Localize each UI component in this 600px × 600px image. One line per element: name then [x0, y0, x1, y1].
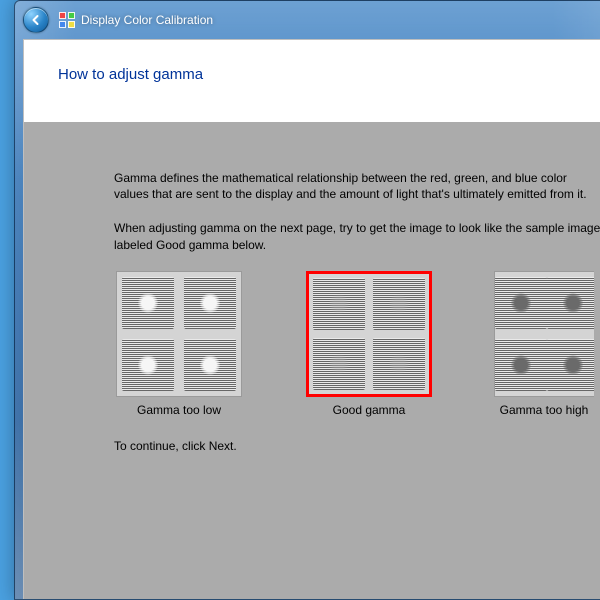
back-button[interactable]: [23, 7, 49, 33]
gamma-sample-high: Gamma too high: [494, 271, 594, 417]
gamma-patch-icon: [495, 277, 547, 329]
gamma-patch-icon: [373, 338, 425, 390]
gamma-patch-icon: [547, 277, 594, 329]
heading-area: How to adjust gamma: [24, 40, 600, 103]
paragraph-2: When adjusting gamma on the next page, t…: [114, 220, 600, 252]
body-area: Gamma defines the mathematical relations…: [24, 122, 600, 599]
window-frame: Display Color Calibration How to adjust …: [14, 0, 600, 600]
gamma-patch-icon: [373, 278, 425, 330]
gamma-patch-icon: [184, 339, 236, 391]
client-area: How to adjust gamma Gamma defines the ma…: [23, 39, 600, 599]
continue-instruction: To continue, click Next.: [114, 439, 600, 453]
paragraph-1: Gamma defines the mathematical relations…: [114, 170, 600, 202]
gamma-sample-high-caption: Gamma too high: [500, 403, 589, 417]
gamma-sample-row: Gamma too low Good gamma: [114, 271, 600, 417]
back-arrow-icon: [30, 14, 42, 26]
gamma-patch-icon: [313, 278, 365, 330]
gamma-sample-good-image: [306, 271, 432, 397]
gamma-patch-icon: [184, 277, 236, 329]
window-title: Display Color Calibration: [81, 13, 213, 27]
page-heading: How to adjust gamma: [58, 66, 600, 83]
gamma-sample-low-image: [116, 271, 242, 397]
gamma-sample-low: Gamma too low: [114, 271, 244, 417]
gamma-patch-icon: [313, 338, 365, 390]
gamma-patch-icon: [122, 277, 174, 329]
gamma-patch-icon: [547, 339, 594, 391]
gamma-sample-good: Good gamma: [304, 271, 434, 417]
titlebar: Display Color Calibration: [15, 1, 600, 39]
gamma-patch-icon: [122, 339, 174, 391]
gamma-patch-icon: [495, 339, 547, 391]
gamma-sample-low-caption: Gamma too low: [137, 403, 221, 417]
gamma-sample-good-caption: Good gamma: [333, 403, 406, 417]
app-icon: [59, 12, 75, 28]
gamma-sample-high-image: [494, 271, 594, 397]
